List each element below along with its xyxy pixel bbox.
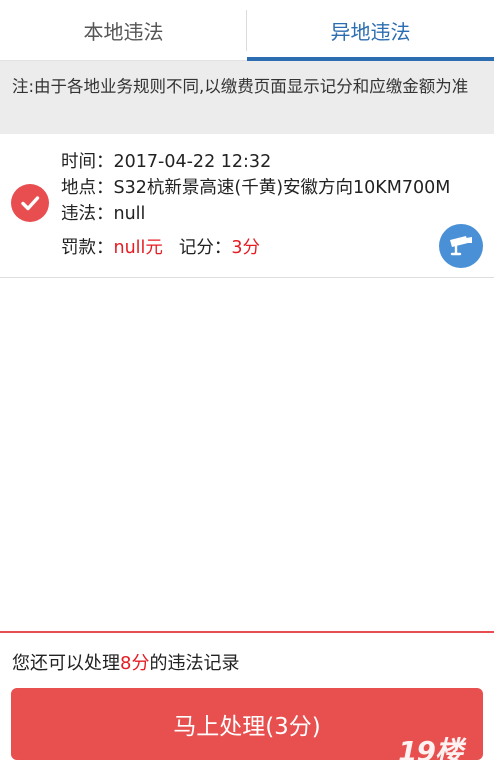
remain-prefix: 您还可以处理	[12, 653, 120, 674]
notice-banner: 注:由于各地业务规则不同,以缴费页面显示记分和应缴金额为准	[0, 61, 494, 134]
remain-suffix: 的违法记录	[149, 653, 240, 674]
time-value: 2017-04-22 12:32	[113, 152, 272, 172]
record-fine-points: 罚款：null元 记分：3分	[61, 234, 260, 259]
time-label: 时间：	[61, 152, 114, 172]
violation-value: null	[113, 204, 146, 224]
remaining-points-text: 您还可以处理8分的违法记录	[12, 649, 239, 675]
fine-value: null元	[113, 238, 163, 258]
site-watermark-logo: 19楼 19lou.com	[398, 730, 490, 778]
remain-value: 8分	[120, 653, 150, 674]
tab-bar: 本地违法 异地违法	[0, 0, 494, 61]
tab-local-violations[interactable]: 本地违法	[0, 0, 247, 61]
record-time: 时间：2017-04-22 12:32	[61, 148, 271, 173]
points-label: 记分：	[178, 238, 232, 258]
camera-icon[interactable]	[439, 224, 483, 268]
points-value: 3分	[231, 238, 261, 258]
watermark-sub: 19lou.com	[404, 764, 452, 774]
check-circle-icon[interactable]	[11, 184, 49, 222]
violation-label: 违法：	[61, 204, 114, 224]
notice-text: 注:由于各地业务规则不同,以缴费页面显示记分和应缴金额为准	[12, 77, 469, 96]
fine-label: 罚款：	[61, 238, 114, 258]
footer-divider	[0, 631, 494, 633]
place-label: 地点：	[61, 178, 114, 198]
violation-record[interactable]: 时间：2017-04-22 12:32 地点：S32杭新景高速(千黄)安徽方向1…	[0, 134, 494, 278]
tab-remote-label: 异地违法	[330, 20, 411, 44]
process-now-label: 马上处理(3分)	[173, 714, 321, 740]
tab-local-label: 本地违法	[83, 20, 164, 44]
record-place: 地点：S32杭新景高速(千黄)安徽方向10KM700M	[61, 174, 450, 199]
place-value: S32杭新景高速(千黄)安徽方向10KM700M	[113, 178, 451, 198]
tab-remote-violations[interactable]: 异地违法	[247, 0, 494, 61]
record-violation: 违法：null	[61, 200, 145, 225]
